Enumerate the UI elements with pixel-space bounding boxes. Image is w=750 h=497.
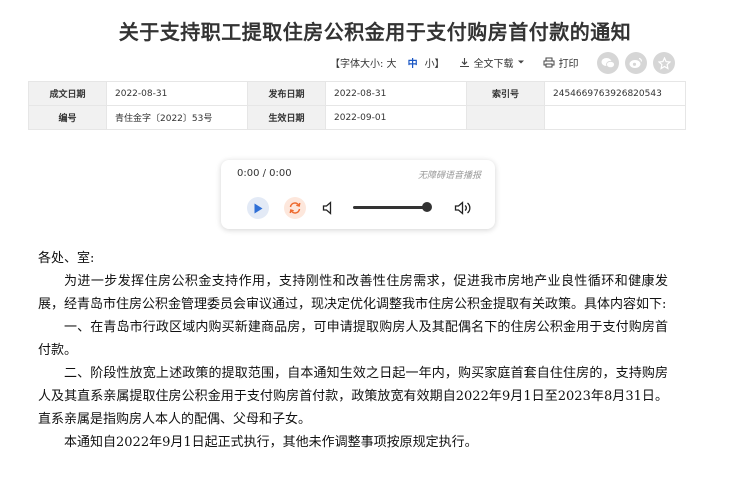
wechat-icon — [601, 58, 615, 69]
document-body: 各处、室: 为进一步发挥住房公积金支持作用，支持刚性和改善性住房需求，促进我市房… — [38, 247, 668, 454]
print-label: 打印 — [558, 58, 579, 70]
font-size-small-button[interactable]: 小】 — [425, 55, 445, 70]
font-size-label: 【字体大小: 大 — [330, 58, 397, 70]
print-icon — [543, 57, 555, 67]
download-label: 全文下载 — [473, 58, 514, 70]
empty-value-cell — [544, 105, 686, 130]
paragraph-item-1: 一、在青岛市行政区域内购买新建商品房，可申请提取购房人及其配偶名下的住房公积金用… — [38, 320, 668, 358]
volume-slider-track[interactable] — [353, 206, 428, 209]
paragraph-closing: 本通知自2022年9月1日起正式执行，其他未作调整事项按原规定执行。 — [64, 435, 478, 450]
play-icon — [254, 203, 263, 213]
volume-slider-handle[interactable] — [422, 202, 433, 212]
effective-date-label: 生效日期 — [247, 105, 326, 130]
issue-date-value: 2022-08-31 — [106, 81, 248, 106]
page-title: 关于支持职工提取住房公积金用于支付购房首付款的通知 — [118, 20, 632, 44]
speaker-mute-icon — [322, 201, 332, 215]
effective-date-value: 2022-09-01 — [325, 105, 467, 130]
volume-button[interactable] — [454, 200, 474, 219]
speaker-volume-icon — [454, 201, 471, 215]
play-button[interactable] — [247, 197, 269, 219]
caret-down-icon — [517, 60, 524, 64]
issue-date-label: 成文日期 — [28, 81, 107, 106]
favorite-icon — [657, 56, 671, 70]
article-toolbar: 【字体大小: 大 中 小】 全文下载 打印 — [330, 52, 593, 72]
download-button[interactable]: 全文下载 — [459, 55, 529, 70]
index-label: 索引号 — [466, 81, 545, 106]
share-wechat-button[interactable] — [597, 52, 619, 74]
print-button[interactable]: 打印 — [543, 55, 579, 70]
number-label: 编号 — [28, 105, 107, 130]
weibo-icon — [629, 57, 643, 68]
empty-label-cell — [466, 105, 545, 130]
mute-button[interactable] — [322, 200, 336, 219]
document-meta-table: 成文日期 2022-08-31 发布日期 2022-08-31 索引号 2454… — [28, 81, 686, 130]
publish-date-value: 2022-08-31 — [325, 81, 467, 106]
number-value: 青住金字〔2022〕53号 — [106, 105, 248, 130]
share-weibo-button[interactable] — [625, 52, 647, 74]
player-brand: 无障碍语音播报 — [417, 171, 481, 181]
audio-player: 0:00 / 0:00 无障碍语音播报 — [221, 160, 495, 229]
favorite-button[interactable] — [653, 52, 675, 74]
paragraph-intro: 为进一步发挥住房公积金支持作用，支持刚性和改善性住房需求，促进我市房地产业良性循… — [38, 274, 668, 312]
player-time: 0:00 / 0:00 — [237, 168, 292, 179]
font-size-medium-button[interactable]: 中 — [408, 55, 418, 70]
publish-date-label: 发布日期 — [247, 81, 326, 106]
download-icon — [459, 57, 469, 67]
salutation: 各处、室: — [38, 251, 95, 266]
paragraph-item-2: 二、阶段性放宽上述政策的提取范围，自本通知生效之日起一年内，购买家庭首套自住住房… — [38, 366, 668, 427]
loop-button[interactable] — [284, 197, 306, 219]
index-value: 2454669763926820543 — [544, 81, 686, 106]
loop-icon — [289, 202, 301, 214]
